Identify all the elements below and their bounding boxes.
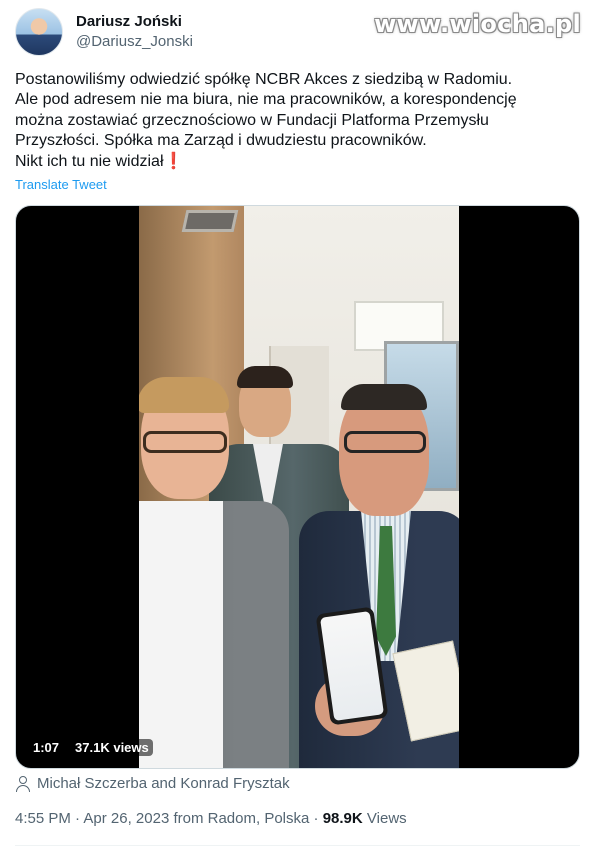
avatar[interactable] <box>15 8 63 56</box>
views-label: Views <box>366 810 407 827</box>
author-display-name[interactable]: Dariusz Joński <box>76 12 193 32</box>
tagged-people[interactable]: Michał Szczerba and Konrad Frysztak <box>15 775 290 792</box>
tagged-people-label: Michał Szczerba and Konrad Frysztak <box>37 775 290 792</box>
video-player[interactable]: 1:07 37.1K views <box>15 205 580 769</box>
tweet-header: Dariusz Joński @Dariusz_Jonski <box>15 8 193 56</box>
meta-separator: · <box>313 810 319 827</box>
video-views: 37.1K views <box>71 739 153 756</box>
tweet-date[interactable]: Apr 26, 2023 <box>83 810 169 827</box>
video-duration: 1:07 <box>29 739 64 756</box>
tweet-time[interactable]: 4:55 PM <box>15 810 71 827</box>
tweet-body: Postanowiliśmy odwiedzić spółkę NCBR Akc… <box>15 71 517 170</box>
meta-separator: · <box>75 810 81 827</box>
tweet-location[interactable]: from Radom, Polska <box>173 810 309 827</box>
site-watermark: www.wiocha.pl <box>374 10 581 38</box>
views-count: 98.9K <box>322 810 363 827</box>
person-left <box>139 377 289 768</box>
exclamation-emoji-icon: ❗ <box>163 152 184 170</box>
person-icon <box>15 775 31 792</box>
tweet-meta: 4:55 PM · Apr 26, 2023 from Radom, Polsk… <box>15 810 407 827</box>
video-overlay: 1:07 37.1K views <box>29 739 153 756</box>
video-frame <box>139 206 459 768</box>
tweet-text: Postanowiliśmy odwiedzić spółkę NCBR Akc… <box>15 70 580 172</box>
translate-tweet-link[interactable]: Translate Tweet <box>15 177 107 192</box>
author-names: Dariusz Joński @Dariusz_Jonski <box>76 12 193 52</box>
divider <box>15 845 580 846</box>
author-handle[interactable]: @Dariusz_Jonski <box>76 32 193 52</box>
ceiling-vent <box>181 210 239 232</box>
